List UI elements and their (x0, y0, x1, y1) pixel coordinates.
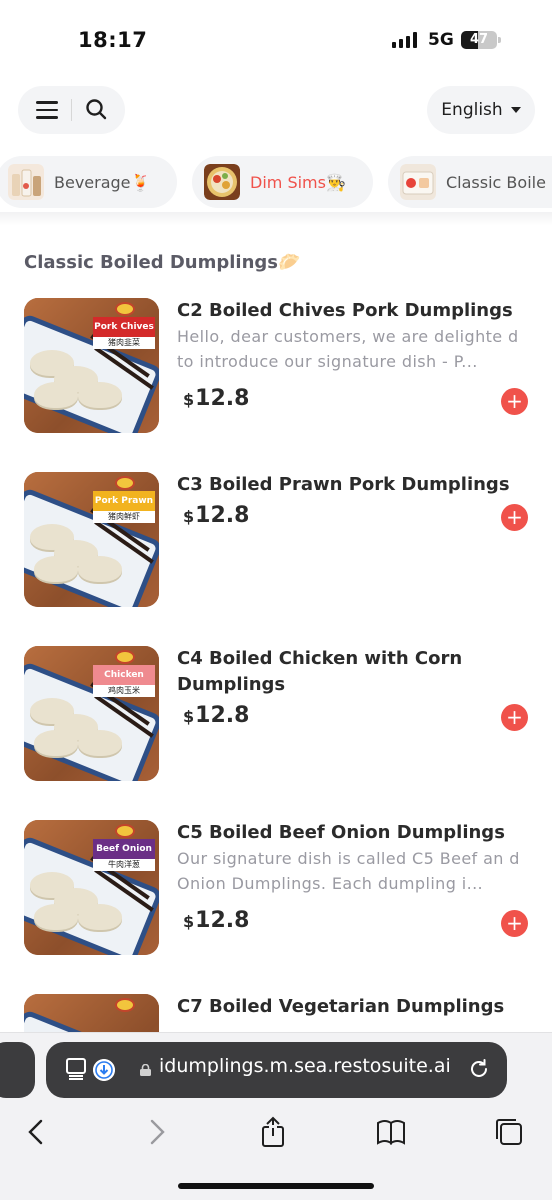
item-name: C7 Boiled Vegetarian Dumplings (177, 996, 505, 1017)
forward-icon[interactable] (140, 1115, 174, 1149)
item-price: $12.8 (183, 703, 250, 728)
dish-image (24, 994, 159, 1034)
dish-tag: Beef Onion (93, 839, 155, 859)
category-bar: Beverage🍹 Dim Sims👨‍🍳 Classic Boile (0, 156, 552, 210)
category-label: Beverage🍹 (54, 172, 151, 192)
category-chip-dim-sims[interactable]: Dim Sims👨‍🍳 (192, 156, 373, 208)
reload-icon[interactable] (468, 1058, 490, 1080)
back-icon[interactable] (20, 1115, 54, 1149)
battery-icon: 47 (461, 31, 497, 49)
add-to-cart-button[interactable]: + (501, 704, 528, 731)
browser-nav-row (0, 1115, 552, 1151)
dish-image: Chicken Corn 鸡肉玉米 (24, 646, 159, 781)
share-icon[interactable] (256, 1115, 290, 1149)
category-chip-classic-boiled[interactable]: Classic Boile (388, 156, 552, 208)
dish-image: Pork Prawn 猪肉鲜虾 (24, 472, 159, 607)
dish-tag: Pork Prawn (93, 491, 155, 511)
language-selector[interactable]: English (427, 86, 535, 134)
item-name: C4 Boiled Chicken with Corn Dumplings (177, 648, 463, 695)
menu-item[interactable]: Chicken Corn 鸡肉玉米 C4 Boiled Chicken with… (24, 646, 534, 786)
status-bar: 18:17 5G 47 (0, 0, 552, 80)
dish-image: Pork Chives 猪肉韭菜 (24, 298, 159, 433)
tabs-icon[interactable] (492, 1115, 526, 1149)
item-name: C3 Boiled Prawn Pork Dumplings (177, 474, 510, 495)
previous-tab[interactable] (0, 1042, 35, 1098)
dish-image: Beef Onion 牛肉洋葱 (24, 820, 159, 955)
item-price: $12.8 (183, 386, 250, 411)
battery-percent: 47 (469, 32, 489, 47)
item-price: $12.8 (183, 503, 250, 528)
add-to-cart-button[interactable]: + (501, 910, 528, 937)
dish-tag: Pork Chives (93, 317, 155, 337)
dish-tag: Chicken Corn (93, 665, 155, 700)
download-icon[interactable] (93, 1059, 115, 1081)
hamburger-menu-icon[interactable] (36, 101, 58, 119)
status-time: 18:17 (78, 28, 148, 52)
url-text: idumplings.m.sea.restosuite.ai (159, 1055, 451, 1077)
dish-tag-cn: 猪肉韭菜 (93, 337, 155, 349)
language-label: English (441, 100, 503, 120)
menu-item[interactable]: Pork Prawn 猪肉鲜虾 C3 Boiled Prawn Pork Dum… (24, 472, 534, 612)
signal-icon (392, 32, 417, 48)
home-indicator[interactable] (178, 1183, 374, 1189)
bookmarks-icon[interactable] (374, 1115, 408, 1149)
dish-tag-cn: 鸡肉玉米 (93, 685, 155, 697)
category-chip-beverage[interactable]: Beverage🍹 (0, 156, 177, 208)
lock-icon (140, 1064, 151, 1076)
item-price: $12.8 (183, 908, 250, 933)
menu-item[interactable]: Beef Onion 牛肉洋葱 C5 Boiled Beef Onion Dum… (24, 820, 534, 960)
category-label: Dim Sims👨‍🍳 (250, 172, 346, 192)
add-to-cart-button[interactable]: + (501, 388, 528, 415)
add-to-cart-button[interactable]: + (501, 504, 528, 531)
search-icon[interactable] (85, 98, 107, 120)
address-bar[interactable]: idumplings.m.sea.restosuite.ai (46, 1042, 507, 1098)
item-name: C5 Boiled Beef Onion Dumplings (177, 822, 505, 843)
network-type: 5G (428, 30, 454, 50)
divider (71, 99, 72, 121)
beverage-thumbnail (8, 164, 44, 200)
dim-sims-thumbnail (204, 164, 240, 200)
item-description: Hello, dear customers, we are delighte d… (177, 327, 519, 371)
toolbar-pill (18, 86, 125, 134)
menu-item[interactable]: Pork Chives 猪肉韭菜 C2 Boiled Chives Pork D… (24, 298, 534, 438)
dish-tag-cn: 猪肉鲜虾 (93, 511, 155, 523)
category-label: Classic Boile (446, 172, 546, 192)
browser-chrome: idumplings.m.sea.restosuite.ai (0, 1032, 552, 1200)
item-name: C2 Boiled Chives Pork Dumplings (177, 300, 513, 321)
menu-item[interactable]: C7 Boiled Vegetarian Dumplings (24, 994, 534, 1034)
item-description: Our signature dish is called C5 Beef an … (177, 849, 520, 893)
section-title: Classic Boiled Dumplings🥟 (24, 252, 301, 273)
page-menu-icon[interactable] (66, 1058, 86, 1080)
caret-down-icon (510, 107, 521, 113)
dish-tag-cn: 牛肉洋葱 (93, 859, 155, 871)
classic-boiled-thumbnail (400, 164, 436, 200)
